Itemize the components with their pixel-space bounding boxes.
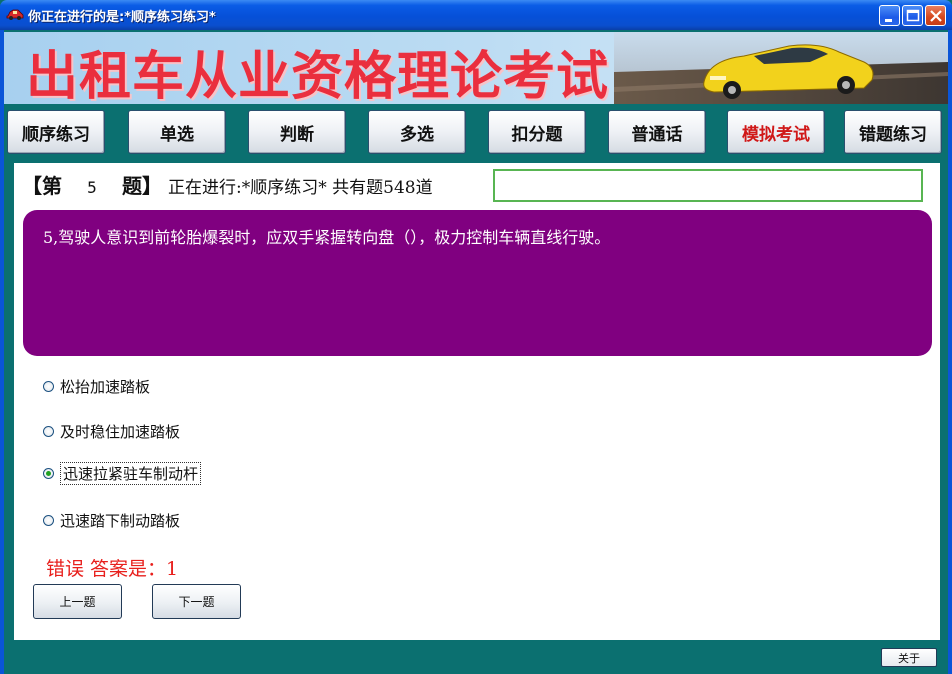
frame-border-right (948, 30, 952, 674)
nav-sequential-practice[interactable]: 顺序练习 (7, 110, 105, 154)
question-number-suffix: 题】 (122, 174, 162, 198)
question-panel: 【第 5 题】 正在进行:*顺序练习* 共有题548道 5,驾驶人意识到前轮胎爆裂时，… (14, 163, 940, 640)
option-1-radio[interactable] (43, 380, 54, 392)
progress-status: 正在进行:*顺序练习* 共有题548道 (168, 178, 433, 198)
answer-field[interactable] (493, 169, 923, 202)
question-text: 5,驾驶人意识到前轮胎爆裂时，应双手紧握转向盘（），极力控制车辆直线行驶。 (43, 228, 611, 247)
yellow-car-photo (614, 32, 948, 104)
nav-true-false[interactable]: 判断 (248, 110, 346, 154)
question-number: 5 (87, 178, 97, 197)
maximize-icon (906, 9, 920, 22)
window-title: 你正在进行的是:*顺序练习练习* (28, 10, 216, 25)
option-4-radio[interactable] (43, 514, 54, 526)
option-2[interactable]: 及时稳住加速踏板 (43, 420, 180, 442)
banner: 出租车从业资格理论考试 (4, 32, 948, 104)
close-icon (930, 10, 942, 22)
option-3[interactable]: 迅速拉紧驻车制动杆 (43, 461, 202, 485)
minimize-icon (885, 19, 892, 22)
nav-mock-exam[interactable]: 模拟考试 (727, 110, 825, 154)
question-header: 【第 5 题】 正在进行:*顺序练习* 共有题548道 (22, 170, 433, 199)
nav-multiple-choice[interactable]: 多选 (368, 110, 466, 154)
option-1[interactable]: 松抬加速踏板 (43, 375, 150, 397)
option-2-label: 及时稳住加速踏板 (60, 422, 181, 441)
nav-mandarin[interactable]: 普通话 (608, 110, 706, 154)
option-3-radio[interactable] (43, 467, 54, 479)
nav-penalty-questions[interactable]: 扣分题 (488, 110, 586, 154)
title-bar: 你正在进行的是:*顺序练习练习* (0, 0, 952, 30)
nav-wrong-questions[interactable]: 错题练习 (844, 110, 942, 154)
result-text: 错误 答案是：1 (46, 558, 179, 580)
question-box: 5,驾驶人意识到前轮胎爆裂时，应双手紧握转向盘（），极力控制车辆直线行驶。 (23, 210, 932, 356)
next-question-button[interactable]: 下一题 (152, 584, 241, 619)
option-4-label: 迅速踏下制动踏板 (60, 511, 181, 530)
nav-single-choice[interactable]: 单选 (128, 110, 226, 154)
about-button[interactable]: 关于 (881, 648, 937, 667)
option-2-radio[interactable] (43, 425, 54, 437)
car-icon (6, 9, 24, 20)
question-number-prefix: 【第 (22, 174, 62, 198)
minimize-button[interactable] (879, 5, 900, 26)
maximize-button[interactable] (902, 5, 923, 26)
option-3-label: 迅速拉紧驻车制动杆 (60, 461, 202, 485)
option-4[interactable]: 迅速踏下制动踏板 (43, 509, 180, 531)
option-1-label: 松抬加速踏板 (60, 377, 151, 396)
prev-question-button[interactable]: 上一题 (33, 584, 122, 619)
banner-title: 出租车从业资格理论考试 (26, 46, 610, 104)
close-button[interactable] (925, 5, 946, 26)
frame-border-left (0, 30, 4, 674)
